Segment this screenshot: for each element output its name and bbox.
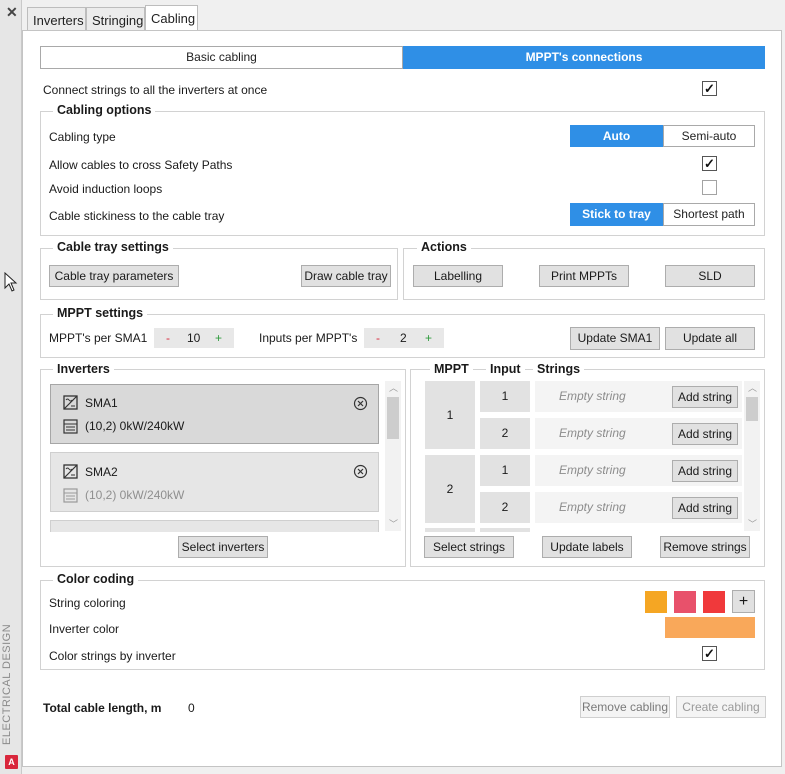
string-color-swatch[interactable] [645, 591, 667, 613]
inputs-per-value[interactable]: 2 [400, 328, 407, 348]
inverter-card[interactable]: SMA1 (10,2) 0kW/240kW [50, 384, 379, 444]
scroll-thumb[interactable] [746, 397, 758, 421]
cross-safety-label: Allow cables to cross Safety Paths [49, 158, 233, 172]
inverter-card-partial[interactable] [50, 520, 379, 532]
remove-circle-icon[interactable] [353, 464, 368, 479]
string-color-swatch[interactable] [674, 591, 696, 613]
tab-cabling[interactable]: Cabling [145, 5, 198, 31]
cable-tray-parameters-button[interactable]: Cable tray parameters [49, 265, 179, 287]
inverters-title: Inverters [53, 362, 114, 376]
labelling-button[interactable]: Labelling [413, 265, 503, 287]
mppt-settings-title: MPPT settings [53, 306, 148, 320]
color-coding-title: Color coding [53, 572, 139, 586]
print-mppts-button[interactable]: Print MPPTs [539, 265, 629, 287]
update-all-button[interactable]: Update all [665, 327, 755, 350]
app-logo-icon: A [5, 755, 18, 769]
cross-safety-checkbox[interactable]: ✓ [702, 156, 717, 171]
connect-all-checkbox[interactable]: ✓ [702, 81, 717, 96]
string-coloring-label: String coloring [49, 596, 126, 610]
inputs-per-label: Inputs per MPPT's [259, 331, 358, 345]
add-string-button[interactable]: Add string [672, 497, 738, 519]
cabling-options-title: Cabling options [53, 103, 156, 117]
draw-cable-tray-button[interactable]: Draw cable tray [301, 265, 391, 287]
inverter-icon [63, 464, 78, 479]
select-strings-button[interactable]: Select strings [424, 536, 514, 558]
create-cabling-button[interactable]: Create cabling [676, 696, 766, 718]
color-by-inverter-checkbox[interactable]: ✓ [702, 646, 717, 661]
cable-tray-title: Cable tray settings [53, 240, 173, 254]
inverter-color-label: Inverter color [49, 622, 120, 636]
remove-circle-icon[interactable] [353, 396, 368, 411]
mppt-cell-partial [425, 528, 475, 532]
inverter-icon [63, 395, 78, 410]
scroll-up-icon[interactable]: ︿ [748, 381, 757, 394]
tab-stringing[interactable]: Stringing [86, 7, 145, 30]
inverter-info: (10,2) 0kW/240kW [85, 488, 185, 502]
add-string-button[interactable]: Add string [672, 423, 738, 445]
input-cell-partial [480, 528, 530, 532]
update-labels-button[interactable]: Update labels [542, 536, 632, 558]
input-cell: 2 [480, 418, 530, 449]
stickiness-label: Cable stickiness to the cable tray [49, 209, 225, 223]
inputs-per-stepper[interactable]: - 2 + [364, 328, 444, 348]
scroll-down-icon[interactable]: ﹀ [748, 517, 757, 530]
string-color-swatch[interactable] [703, 591, 725, 613]
actions-title: Actions [417, 240, 471, 254]
scroll-down-icon[interactable]: ﹀ [389, 517, 398, 530]
side-rail: ✕ ELECTRICAL DESIGN A [0, 0, 22, 774]
basic-cabling-toggle[interactable]: Basic cabling [40, 46, 403, 69]
inverter-color-swatch[interactable] [665, 617, 755, 638]
total-length-label: Total cable length, m [43, 701, 162, 715]
close-icon[interactable]: ✕ [6, 4, 18, 21]
tab-inverters[interactable]: Inverters [27, 7, 86, 30]
color-by-inverter-label: Color strings by inverter [49, 649, 176, 663]
add-string-button[interactable]: Add string [672, 386, 738, 408]
rail-vertical-label: ELECTRICAL DESIGN [1, 623, 13, 745]
mppt-per-value[interactable]: 10 [187, 328, 200, 348]
select-inverters-button[interactable]: Select inverters [178, 536, 268, 558]
induction-loops-checkbox[interactable] [702, 180, 717, 195]
increment-icon[interactable]: + [215, 328, 222, 348]
scroll-thumb[interactable] [387, 397, 399, 439]
sld-button[interactable]: SLD [665, 265, 755, 287]
remove-cabling-button[interactable]: Remove cabling [580, 696, 670, 718]
mppt-column-header: MPPT [430, 362, 473, 376]
cabling-type-label: Cabling type [49, 130, 116, 144]
input-cell: 1 [480, 381, 530, 412]
inverters-scrollbar[interactable]: ︿ ﹀ [385, 381, 401, 531]
stick-to-tray-option[interactable]: Stick to tray [570, 203, 663, 226]
add-string-button[interactable]: Add string [672, 460, 738, 482]
update-sma1-button[interactable]: Update SMA1 [570, 327, 660, 350]
remove-strings-button[interactable]: Remove strings [660, 536, 750, 558]
cabling-type-auto[interactable]: Auto [570, 125, 663, 147]
mouse-cursor-icon [4, 272, 18, 292]
decrement-icon[interactable]: - [166, 328, 170, 348]
decrement-icon[interactable]: - [376, 328, 380, 348]
inverter-name: SMA2 [85, 465, 118, 479]
inverter-info: (10,2) 0kW/240kW [85, 419, 185, 433]
add-color-button[interactable]: + [732, 590, 755, 613]
inverter-card[interactable]: SMA2 (10,2) 0kW/240kW [50, 452, 379, 512]
scroll-up-icon[interactable]: ︿ [389, 381, 398, 394]
inverter-name: SMA1 [85, 396, 118, 410]
mppt-per-stepper[interactable]: - 10 + [154, 328, 234, 348]
strings-column-header: Strings [533, 362, 585, 376]
mppt-box-icon [63, 488, 78, 503]
mppt-box-icon [63, 419, 78, 434]
mppt-cell: 2 [425, 455, 475, 523]
mppt-connections-toggle[interactable]: MPPT's connections [403, 46, 765, 69]
cabling-type-semi-auto[interactable]: Semi-auto [663, 125, 755, 147]
mppt-cell: 1 [425, 381, 475, 449]
mppt-per-label: MPPT's per SMA1 [49, 331, 148, 345]
total-length-value: 0 [188, 701, 195, 715]
input-column-header: Input [486, 362, 525, 376]
input-cell: 2 [480, 492, 530, 523]
induction-loops-label: Avoid induction loops [49, 182, 163, 196]
connect-all-label: Connect strings to all the inverters at … [43, 83, 268, 97]
increment-icon[interactable]: + [425, 328, 432, 348]
input-cell: 1 [480, 455, 530, 486]
mppt-scrollbar[interactable]: ︿ ﹀ [744, 381, 760, 531]
shortest-path-option[interactable]: Shortest path [663, 203, 755, 226]
